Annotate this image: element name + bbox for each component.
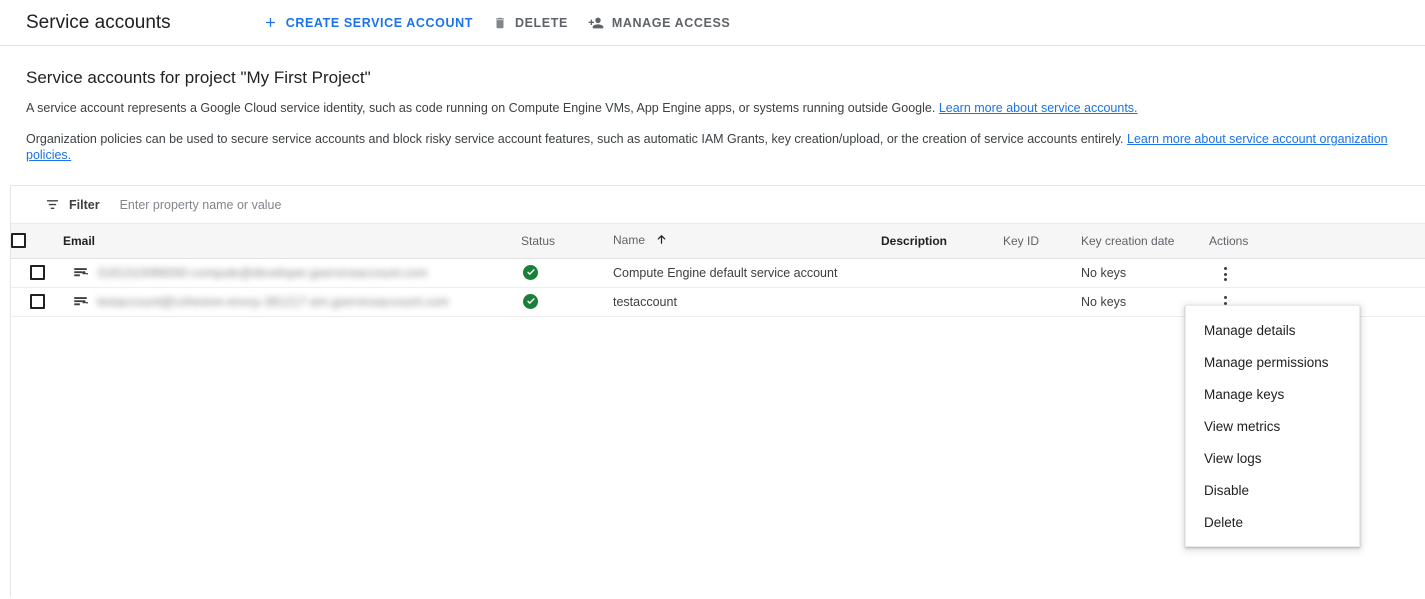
create-service-account-button[interactable]: CREATE SERVICE ACCOUNT	[253, 9, 483, 36]
row-select-cell	[11, 287, 63, 316]
status-enabled-icon	[523, 294, 538, 309]
menu-item-view-metrics[interactable]: View metrics	[1186, 410, 1359, 442]
filter-input[interactable]	[118, 197, 538, 213]
menu-item-manage-keys[interactable]: Manage keys	[1186, 378, 1359, 410]
row-status-cell	[521, 287, 613, 316]
row-key-id-value	[1003, 287, 1081, 316]
row-name-value: Compute Engine default service account	[613, 258, 881, 287]
row-description-value	[881, 258, 1003, 287]
menu-item-disable[interactable]: Disable	[1186, 474, 1359, 506]
header-key-creation-date[interactable]: Key creation date	[1081, 224, 1209, 258]
header-status[interactable]: Status	[521, 224, 613, 258]
row-key-creation-date-value: No keys	[1081, 258, 1209, 287]
menu-item-view-logs[interactable]: View logs	[1186, 442, 1359, 474]
table-row[interactable]: 3181310086000-compute@developer.gservice…	[11, 258, 1425, 287]
description-paragraph-2: Organization policies can be used to sec…	[26, 131, 1399, 163]
row-name-value: testaccount	[613, 287, 881, 316]
filter-bar: Filter	[11, 186, 1425, 224]
header-description[interactable]: Description	[881, 224, 1003, 258]
row-email-cell: testaccount@cohesive-envoy-381217-am.gse…	[63, 287, 521, 316]
filter-label: Filter	[69, 198, 100, 212]
service-account-icon	[73, 294, 88, 309]
header-key-id[interactable]: Key ID	[1003, 224, 1081, 258]
service-accounts-table: Email Status Name Description Key ID Key…	[11, 224, 1425, 317]
row-email-value: 3181310086000-compute@developer.gservice…	[97, 266, 427, 280]
row-description-value	[881, 287, 1003, 316]
row-actions-context-menu: Manage details Manage permissions Manage…	[1185, 305, 1360, 547]
menu-item-delete[interactable]: Delete	[1186, 506, 1359, 538]
header-actions: Actions	[1209, 224, 1425, 258]
delete-label: DELETE	[515, 16, 568, 30]
row-email-value: testaccount@cohesive-envoy-381217-am.gse…	[97, 295, 449, 309]
row-email-cell: 3181310086000-compute@developer.gservice…	[63, 258, 521, 287]
top-toolbar: Service accounts CREATE SERVICE ACCOUNT …	[0, 0, 1425, 46]
person-add-icon	[588, 15, 604, 31]
trash-icon	[493, 16, 507, 30]
row-actions-menu-button[interactable]	[1213, 262, 1237, 286]
header-select-all	[11, 224, 63, 258]
delete-button[interactable]: DELETE	[483, 10, 578, 36]
learn-more-service-accounts-link[interactable]: Learn more about service accounts.	[939, 101, 1138, 115]
status-enabled-icon	[523, 265, 538, 280]
description-paragraph-1-text: A service account represents a Google Cl…	[26, 101, 935, 115]
create-service-account-label: CREATE SERVICE ACCOUNT	[286, 16, 473, 30]
menu-item-manage-permissions[interactable]: Manage permissions	[1186, 346, 1359, 378]
page-title: Service accounts	[26, 12, 171, 34]
select-all-checkbox[interactable]	[11, 233, 26, 248]
table-header-row: Email Status Name Description Key ID Key…	[11, 224, 1425, 258]
row-key-id-value	[1003, 258, 1081, 287]
row-checkbox[interactable]	[30, 294, 45, 309]
manage-access-button[interactable]: MANAGE ACCESS	[578, 9, 740, 37]
plus-icon	[263, 15, 278, 30]
row-actions-cell	[1209, 258, 1425, 287]
service-account-icon	[73, 265, 88, 280]
toolbar-actions: CREATE SERVICE ACCOUNT DELETE MANAGE ACC…	[253, 9, 741, 37]
content-area: Service accounts for project "My First P…	[0, 46, 1425, 163]
header-email[interactable]: Email	[63, 224, 521, 258]
manage-access-label: MANAGE ACCESS	[612, 16, 730, 30]
header-name[interactable]: Name	[613, 224, 881, 258]
row-select-cell	[11, 258, 63, 287]
table-header: Email Status Name Description Key ID Key…	[11, 224, 1425, 258]
sort-ascending-icon	[655, 233, 668, 249]
filter-icon[interactable]	[45, 197, 60, 212]
description-paragraph-2-text: Organization policies can be used to sec…	[26, 132, 1124, 146]
header-name-label: Name	[613, 233, 645, 247]
row-checkbox[interactable]	[30, 265, 45, 280]
description-paragraph-1: A service account represents a Google Cl…	[26, 100, 1399, 116]
section-title: Service accounts for project "My First P…	[26, 68, 1399, 88]
menu-item-manage-details[interactable]: Manage details	[1186, 314, 1359, 346]
row-status-cell	[521, 258, 613, 287]
